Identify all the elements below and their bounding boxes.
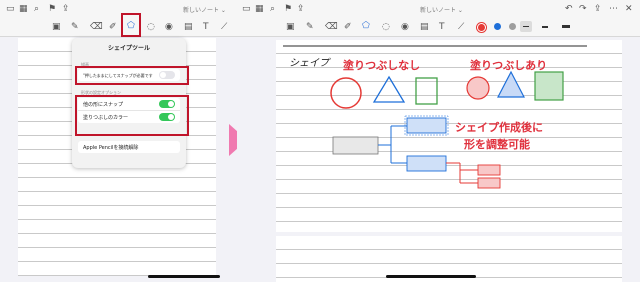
circle-filled-shape bbox=[466, 76, 490, 100]
triangle-outline-shape bbox=[372, 75, 406, 103]
tree-child-box bbox=[406, 155, 447, 172]
top-bar: ▭ ▦ ⌕ ⚑ ⇪ 新しいノート ⌄ bbox=[0, 0, 237, 18]
circle-outline-shape bbox=[330, 77, 362, 109]
rectangle-outline-shape bbox=[415, 77, 438, 105]
label-with-fill: 塗りつぶしあり bbox=[470, 59, 548, 72]
camera-icon[interactable]: ▤ bbox=[184, 22, 193, 32]
home-indicator bbox=[386, 275, 476, 278]
search-icon[interactable]: ⌕ bbox=[34, 4, 39, 14]
label-no-fill: 塗りつぶしなし bbox=[343, 59, 421, 72]
left-screen: ▭ ▦ ⌕ ⚑ ⇪ 新しいノート ⌄ ▣ ✎ ⌫ ✐ ⬠ ◌ ◉ ▤ T ⟋ シ… bbox=[0, 0, 238, 282]
eye-icon[interactable]: ◉ bbox=[165, 22, 173, 32]
bookmark-icon[interactable]: ⚑ bbox=[48, 4, 56, 14]
highlighter-icon[interactable]: ✐ bbox=[109, 22, 117, 32]
tool-row: ▣ ✎ ⌫ ✐ ⬠ ◌ ◉ ▤ T ⟋ bbox=[0, 18, 237, 37]
text-icon[interactable]: T bbox=[203, 22, 209, 32]
sidebar-icon[interactable]: ▭ bbox=[6, 4, 15, 14]
document-title[interactable]: 新しいノート ⌄ bbox=[183, 5, 226, 14]
pen-icon[interactable]: ✎ bbox=[71, 22, 79, 32]
home-indicator bbox=[148, 275, 220, 278]
label-adjust-line2: 形を調整可能 bbox=[464, 138, 530, 151]
eraser-icon[interactable]: ⌫ bbox=[90, 22, 103, 32]
highlight-shape-options bbox=[75, 95, 189, 136]
share-icon[interactable]: ⇪ bbox=[62, 4, 70, 14]
triangle-filled-shape bbox=[497, 70, 525, 98]
highlight-hold-snap bbox=[75, 66, 189, 85]
ruler-icon[interactable]: ⟋ bbox=[221, 22, 227, 32]
grid-icon[interactable]: ▦ bbox=[19, 4, 28, 14]
image-icon[interactable]: ▣ bbox=[52, 22, 61, 32]
rectangle-filled-shape bbox=[534, 71, 564, 101]
shape-tool-highlight bbox=[121, 13, 141, 37]
tree-leaf-box bbox=[477, 177, 501, 189]
handwritten-label: シェイプ bbox=[289, 58, 329, 69]
right-screen: ▭ ▦ ⌕ ⚑ ⇪ 新しいノート ⌄ ↶ ↷ ⇪ ⋯ ✕ ▣ ✎ ⌫ ✐ ⬠ ◌… bbox=[237, 0, 640, 282]
tree-root-box bbox=[332, 136, 379, 155]
label-adjust-line1: シェイプ作成後に bbox=[455, 121, 543, 134]
tree-child-box-selected bbox=[406, 117, 447, 134]
disconnect-pencil-row[interactable]: Apple Pencilを接続解除 bbox=[78, 141, 180, 153]
lasso-icon[interactable]: ◌ bbox=[147, 22, 155, 32]
drawing-canvas bbox=[283, 45, 587, 189]
tree-leaf-box bbox=[477, 164, 501, 176]
disconnect-pencil-label: Apple Pencilを接続解除 bbox=[83, 145, 139, 151]
popup-title: シェイプツール bbox=[107, 45, 150, 52]
